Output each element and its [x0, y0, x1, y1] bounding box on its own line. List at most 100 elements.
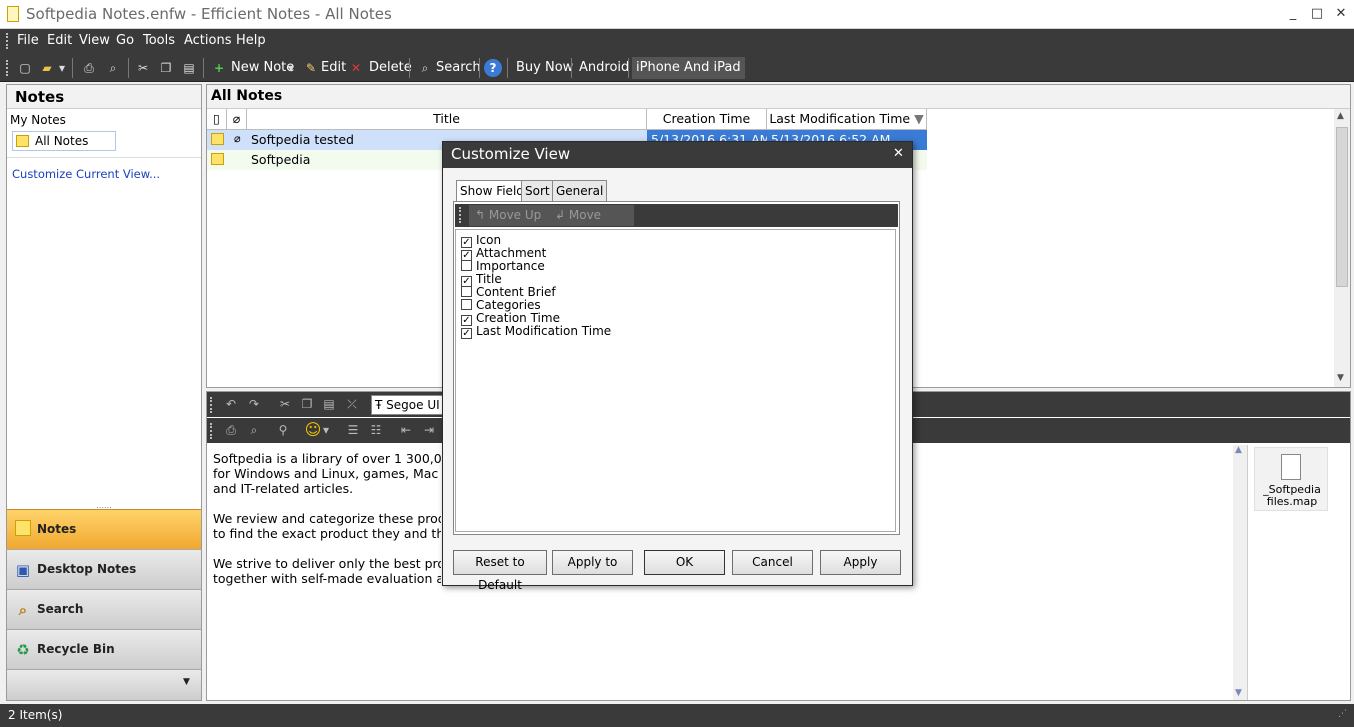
checkbox[interactable]: ✓ — [461, 328, 472, 339]
chevron-down-icon: ▼ — [183, 677, 190, 687]
editor-text-line[interactable]: We strive to deliver only the best produ… — [213, 556, 441, 571]
editor-text-line[interactable]: for Windows and Linux, games, Mac softwa — [213, 466, 441, 481]
print-preview-icon[interactable]: ⌕ — [104, 59, 122, 77]
bullet-list-icon[interactable]: ☰ — [343, 420, 363, 440]
open-folder-icon[interactable]: ▰ — [38, 59, 56, 77]
copy-icon[interactable]: ❐ — [157, 59, 175, 77]
resize-grip-icon[interactable]: ⋰ — [1338, 709, 1347, 719]
tab-sort[interactable]: Sort — [521, 180, 554, 202]
toolbar-separator — [507, 58, 508, 78]
buy-now-button[interactable]: Buy Now — [512, 57, 577, 79]
font-select-value: Segoe UI — [386, 398, 440, 412]
attachment-icon: ⌀ — [234, 132, 241, 145]
tab-general[interactable]: General — [552, 180, 608, 202]
nav-recycle-bin-button[interactable]: ♻ Recycle Bin — [7, 629, 201, 669]
ok-button[interactable]: OK — [644, 550, 725, 575]
dropdown-arrow-icon[interactable]: ▾ — [57, 59, 67, 77]
nav-desktop-notes-button[interactable]: ▣ Desktop Notes — [7, 549, 201, 589]
scroll-up-icon[interactable]: ▲ — [1235, 445, 1242, 455]
nav-search-button[interactable]: ⌕ Search — [7, 589, 201, 629]
menu-tools[interactable]: Tools — [143, 33, 175, 48]
splitter-handle[interactable]: ...... — [7, 501, 201, 510]
cut-icon[interactable]: ✂ — [134, 59, 152, 77]
checkbox[interactable] — [461, 286, 472, 297]
tree-item-all-notes[interactable]: All Notes — [12, 131, 116, 151]
nav-notes-label: Notes — [37, 522, 77, 536]
copy-icon[interactable]: ❐ — [297, 394, 317, 414]
field-label: Content Brief — [476, 285, 556, 299]
reset-to-default-button[interactable]: Reset to Default — [453, 550, 547, 592]
editor-scrollbar[interactable]: ▲ ▼ — [1233, 445, 1247, 700]
file-icon — [1281, 454, 1301, 480]
nav-notes-button[interactable]: Notes — [7, 509, 201, 549]
emoticon-icon[interactable]: ☺ — [303, 420, 323, 440]
column-icon-header[interactable]: ▯ — [207, 109, 227, 130]
search-button[interactable]: Search — [432, 57, 485, 79]
undo-icon[interactable]: ↶ — [221, 394, 241, 414]
numbered-list-icon[interactable]: ☷ — [366, 420, 386, 440]
menu-help[interactable]: Help — [236, 33, 266, 48]
print-preview-icon[interactable]: ⌕ — [244, 420, 264, 440]
scroll-up-icon[interactable]: ▲ — [1337, 111, 1344, 121]
clear-format-icon[interactable]: ⤫ — [342, 394, 362, 414]
cut-icon[interactable]: ✂ — [275, 394, 295, 414]
cancel-button[interactable]: Cancel — [732, 550, 813, 575]
move-up-button[interactable]: ↰ Move Up — [469, 205, 549, 226]
attachment-item[interactable]: _Softpedia files.map — [1254, 447, 1328, 511]
menu-actions[interactable]: Actions — [184, 33, 232, 48]
edit-button[interactable]: Edit — [317, 57, 350, 79]
paste-icon[interactable]: ▤ — [180, 59, 198, 77]
field-checkbox-row[interactable]: Importance — [461, 260, 545, 273]
column-last-modification-header[interactable]: Last Modification Time ▼ — [767, 109, 927, 130]
checkbox[interactable] — [461, 299, 472, 310]
column-creation-time-header[interactable]: Creation Time — [647, 109, 767, 130]
find-icon[interactable]: ⚲ — [273, 420, 293, 440]
font-icon: Ŧ — [375, 398, 383, 412]
list-scrollbar[interactable]: ▲ ▼ — [1334, 109, 1350, 387]
nav-desktop-notes-label: Desktop Notes — [37, 562, 137, 576]
fields-toolbar: ↰ Move Up ↲ Move Down — [455, 204, 898, 243]
column-attachment-header[interactable]: ⌀ — [227, 109, 247, 130]
close-button[interactable]: ✕ — [1328, 4, 1354, 24]
dialog-close-button[interactable]: ✕ — [893, 146, 904, 161]
scroll-down-icon[interactable]: ▼ — [1235, 688, 1242, 698]
editor-text-line[interactable]: to find the exact product they and their… — [213, 526, 441, 541]
editor-text-line[interactable]: together with self-made evaluation and r… — [213, 571, 441, 586]
decrease-indent-icon[interactable]: ⇤ — [396, 420, 416, 440]
editor-text-line[interactable]: and IT-related articles. — [213, 481, 441, 496]
emoticon-dropdown-icon[interactable]: ▾ — [321, 420, 331, 440]
editor-text-line[interactable]: We review and categorize these products … — [213, 511, 441, 526]
delete-icon[interactable]: ✕ — [347, 59, 365, 77]
new-note-dropdown-icon[interactable]: ▾ — [286, 59, 296, 77]
field-label: Importance — [476, 259, 545, 273]
menu-edit[interactable]: Edit — [47, 33, 72, 48]
apply-to-button[interactable]: Apply to — [552, 550, 633, 575]
checkbox[interactable] — [461, 260, 472, 271]
new-file-icon[interactable]: ▢ — [16, 59, 34, 77]
print-icon[interactable]: ⎙ — [221, 420, 241, 440]
customize-view-link[interactable]: Customize Current View... — [12, 167, 160, 181]
iphone-ipad-button[interactable]: iPhone And iPad — [632, 57, 745, 79]
help-icon[interactable]: ? — [484, 59, 502, 77]
nav-more-button[interactable]: ▼ — [7, 669, 201, 700]
redo-icon[interactable]: ↷ — [244, 394, 264, 414]
increase-indent-icon[interactable]: ⇥ — [419, 420, 439, 440]
menu-go[interactable]: Go — [116, 33, 134, 48]
field-checkbox-row[interactable]: ✓ Last Modification Time — [461, 325, 611, 339]
print-icon[interactable]: ⎙ — [80, 59, 98, 77]
new-note-icon[interactable]: + — [210, 59, 228, 77]
menu-view[interactable]: View — [79, 33, 110, 48]
editor-text-line[interactable]: Softpedia is a library of over 1 300,000… — [213, 451, 441, 466]
column-title-header[interactable]: Title — [247, 109, 647, 130]
apply-button[interactable]: Apply — [820, 550, 901, 575]
tree-root[interactable]: My Notes — [10, 113, 66, 127]
android-button[interactable]: Android — [575, 57, 633, 79]
font-select[interactable]: Ŧ Segoe UI — [371, 395, 443, 415]
move-down-button[interactable]: ↲ Move Down — [549, 205, 634, 243]
scroll-down-icon[interactable]: ▼ — [1337, 373, 1344, 383]
menu-file[interactable]: File — [17, 33, 39, 48]
minimize-button[interactable]: _ — [1280, 4, 1306, 24]
scroll-thumb[interactable] — [1336, 127, 1348, 287]
maximize-button[interactable]: □ — [1304, 4, 1330, 24]
paste-icon[interactable]: ▤ — [319, 394, 339, 414]
